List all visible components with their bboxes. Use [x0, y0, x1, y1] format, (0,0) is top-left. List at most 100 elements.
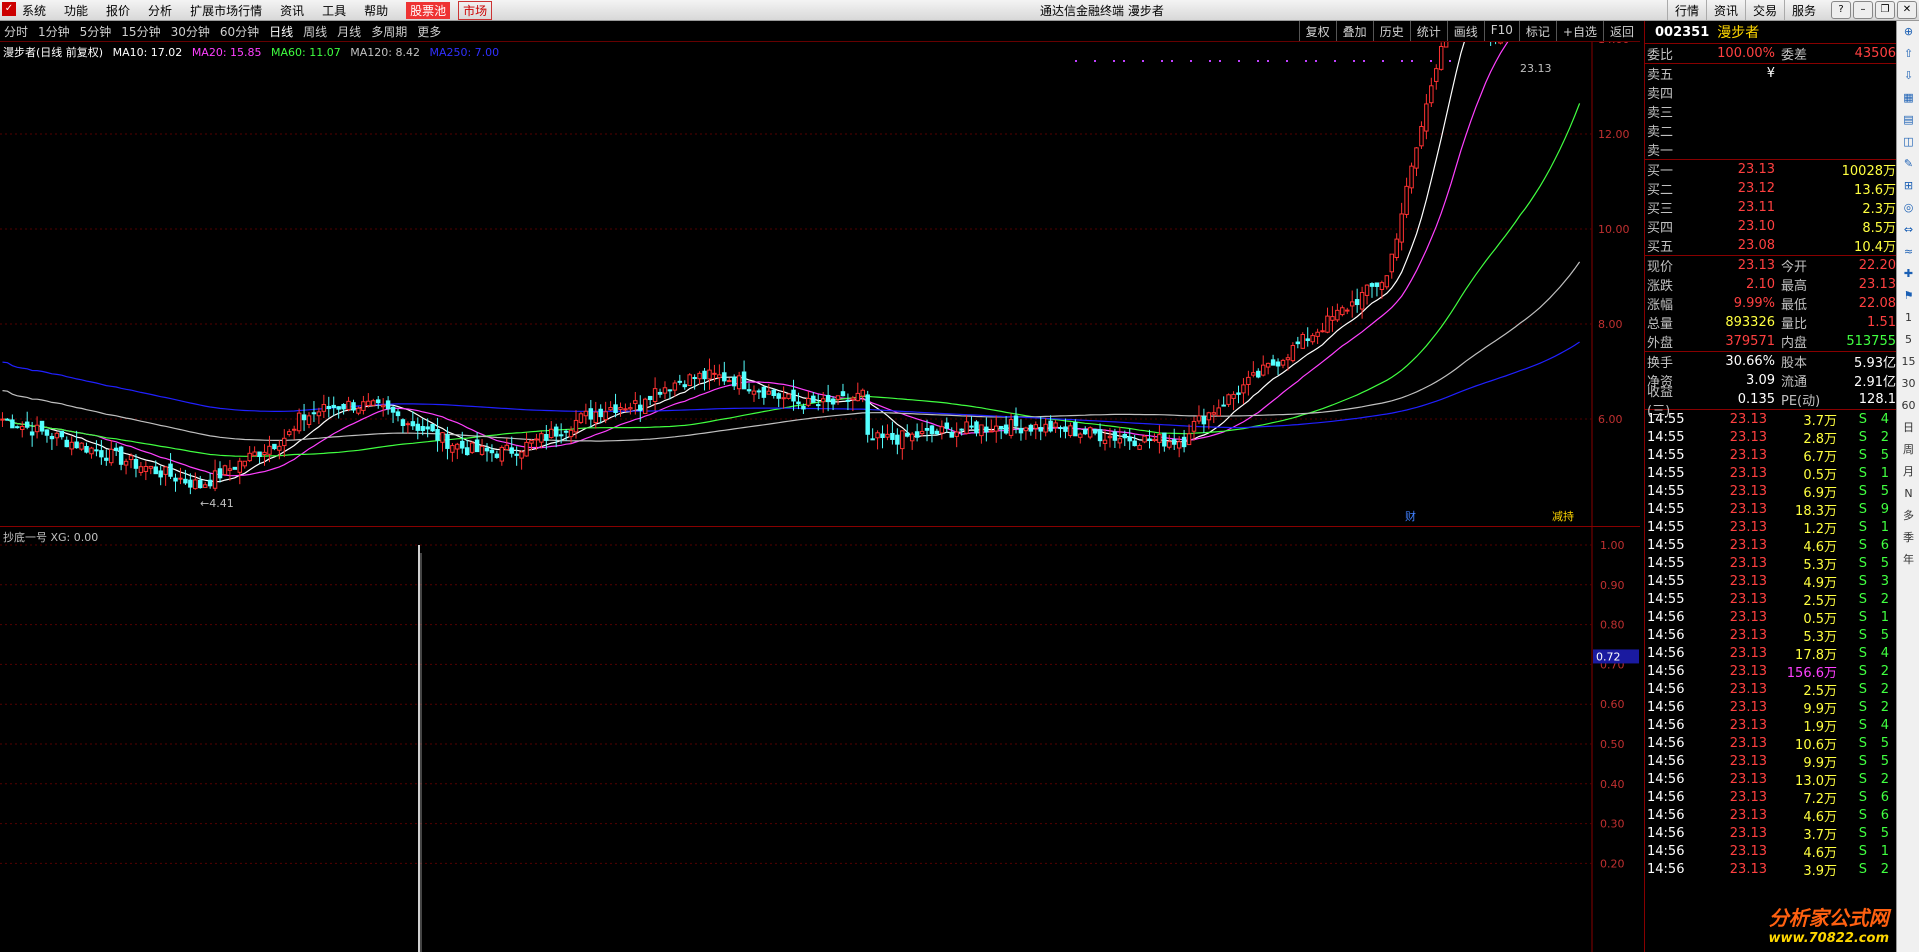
tab-news[interactable]: 资讯: [1705, 0, 1745, 20]
menu-item-quote[interactable]: 报价: [106, 2, 130, 19]
indicator-chart[interactable]: 1.00 0.90 0.80 0.70 0.60 0.50 0.40 0.30 0.20 0.72…: [0, 527, 1640, 952]
tick-row[interactable]: 14:56 23.13 2.5万 S 2: [1645, 680, 1896, 699]
sidebar-icon[interactable]: ▤: [1897, 109, 1919, 131]
tick-row[interactable]: 14:55 23.13 1.2万 S 1: [1645, 518, 1896, 537]
restore-icon[interactable]: ❐: [1875, 1, 1895, 19]
tool-button[interactable]: 复权: [1298, 21, 1336, 41]
candle-body: [1310, 335, 1315, 343]
tick-row[interactable]: 14:56 23.13 13.0万 S 2: [1645, 770, 1896, 789]
menu-item-ext-market[interactable]: 扩展市场行情: [190, 2, 262, 19]
sidebar-icon[interactable]: ⇔: [1897, 219, 1919, 241]
tick-row[interactable]: 14:55 23.13 2.8万 S 2: [1645, 428, 1896, 447]
tick-row[interactable]: 14:55 23.13 0.5万 S 1: [1645, 464, 1896, 483]
sidebar-icon[interactable]: ⇩: [1897, 65, 1919, 87]
tool-button[interactable]: 画线: [1446, 21, 1484, 41]
period-tab-active[interactable]: 日线: [269, 23, 293, 40]
tool-button[interactable]: 历史: [1372, 21, 1410, 41]
period-tab[interactable]: 多周期: [371, 23, 407, 40]
close-icon[interactable]: ✕: [1897, 1, 1917, 19]
period-tab[interactable]: 分时: [4, 23, 28, 40]
candle-body: [1043, 423, 1048, 433]
tick-row[interactable]: 14:56 23.13 9.9万 S 2: [1645, 698, 1896, 717]
tick-row[interactable]: 14:55 23.13 6.7万 S 5: [1645, 446, 1896, 465]
tick-row[interactable]: 14:55 23.13 4.6万 S 6: [1645, 536, 1896, 555]
sidebar-period-item[interactable]: 30: [1897, 373, 1919, 395]
candle-body: [1196, 415, 1202, 422]
tick-row[interactable]: 14:56 23.13 3.7万 S 5: [1645, 824, 1896, 843]
sidebar-icon[interactable]: ⚑: [1897, 285, 1919, 307]
sidebar-icon[interactable]: ✎: [1897, 153, 1919, 175]
tool-button[interactable]: 叠加: [1335, 21, 1373, 41]
period-tab[interactable]: 周线: [303, 23, 327, 40]
menu-item-system[interactable]: 系统: [22, 2, 46, 19]
period-tab[interactable]: 5分钟: [80, 23, 112, 40]
sidebar-icon[interactable]: ◫: [1897, 131, 1919, 153]
kline-chart[interactable]: 22.0020.0018.0016.0014.0012.0010.008.006…: [0, 42, 1640, 527]
tick-row[interactable]: 14:55 23.13 4.9万 S 3: [1645, 572, 1896, 591]
candle-body: [563, 430, 569, 433]
period-tab[interactable]: 60分钟: [220, 23, 259, 40]
help-icon[interactable]: ?: [1831, 1, 1851, 19]
menu-item-function[interactable]: 功能: [64, 2, 88, 19]
sidebar-period-item[interactable]: 5: [1897, 329, 1919, 351]
event-dot: [1267, 60, 1269, 62]
tool-button[interactable]: 返回: [1602, 21, 1640, 41]
period-tab[interactable]: 月线: [337, 23, 361, 40]
period-tab-more[interactable]: 更多: [417, 23, 441, 40]
tool-button[interactable]: F10: [1483, 21, 1519, 41]
menu-item-help[interactable]: 帮助: [364, 2, 388, 19]
sidebar-icon[interactable]: ≈: [1897, 241, 1919, 263]
tick-price: 23.13: [1729, 573, 1767, 589]
period-tab[interactable]: 1分钟: [38, 23, 70, 40]
tick-row[interactable]: 14:56 23.13 0.5万 S 1: [1645, 608, 1896, 627]
tick-list[interactable]: 14:55 23.13 3.7万 S 4 14:55 23.13 2.8万 S 2 14:55 23.…: [1645, 410, 1896, 879]
sidebar-period-item[interactable]: 60: [1897, 395, 1919, 417]
tab-service[interactable]: 服务: [1783, 0, 1823, 20]
tool-button[interactable]: 统计: [1409, 21, 1447, 41]
menu-item-news[interactable]: 资讯: [280, 2, 304, 19]
stock-pool-button[interactable]: 股票池: [406, 1, 451, 19]
sidebar-period-item[interactable]: 季: [1897, 527, 1919, 549]
finance-mark: 财: [1405, 509, 1416, 523]
period-tab[interactable]: 15分钟: [121, 23, 160, 40]
sidebar-period-item[interactable]: 日: [1897, 417, 1919, 439]
tick-row[interactable]: 14:56 23.13 5.3万 S 5: [1645, 626, 1896, 645]
tick-row[interactable]: 14:55 23.13 18.3万 S 9: [1645, 500, 1896, 519]
sidebar-icon[interactable]: ✚: [1897, 263, 1919, 285]
sidebar-period-item[interactable]: 年: [1897, 549, 1919, 571]
tick-row[interactable]: 14:56 23.13 7.2万 S 6: [1645, 788, 1896, 807]
minimize-icon[interactable]: –: [1853, 1, 1873, 19]
tab-trade[interactable]: 交易: [1744, 0, 1784, 20]
market-button[interactable]: 市场: [458, 0, 493, 20]
tick-row[interactable]: 14:56 23.13 4.6万 S 1: [1645, 842, 1896, 861]
sidebar-period-item[interactable]: 15: [1897, 351, 1919, 373]
tick-row[interactable]: 14:56 23.13 17.8万 S 4: [1645, 644, 1896, 663]
sidebar-period-item[interactable]: 1: [1897, 307, 1919, 329]
tick-row[interactable]: 14:56 23.13 10.6万 S 5: [1645, 734, 1896, 753]
tool-button[interactable]: +自选: [1555, 21, 1603, 41]
tool-button[interactable]: 标记: [1518, 21, 1556, 41]
tick-row[interactable]: 14:56 23.13 3.9万 S 2: [1645, 860, 1896, 879]
tick-row[interactable]: 14:56 23.13 1.9万 S 4: [1645, 716, 1896, 735]
sidebar-period-item[interactable]: N: [1897, 483, 1919, 505]
candle-body: [979, 424, 984, 437]
tick-row[interactable]: 14:56 23.13 9.9万 S 5: [1645, 752, 1896, 771]
tick-row[interactable]: 14:55 23.13 5.3万 S 5: [1645, 554, 1896, 573]
sidebar-period-item[interactable]: 多: [1897, 505, 1919, 527]
sidebar-icon[interactable]: ▦: [1897, 87, 1919, 109]
tick-row[interactable]: 14:55 23.13 2.5万 S 2: [1645, 590, 1896, 609]
tick-row[interactable]: 14:56 23.13 4.6万 S 6: [1645, 806, 1896, 825]
tick-row[interactable]: 14:56 23.13 156.6万 S 2: [1645, 662, 1896, 681]
menu-item-tools[interactable]: 工具: [322, 2, 346, 19]
menu-item-analysis[interactable]: 分析: [148, 2, 172, 19]
sidebar-period-item[interactable]: 周: [1897, 439, 1919, 461]
tick-row[interactable]: 14:55 23.13 6.9万 S 5: [1645, 482, 1896, 501]
sidebar-period-item[interactable]: 月: [1897, 461, 1919, 483]
tab-quote[interactable]: 行情: [1666, 0, 1706, 20]
sidebar-icon[interactable]: ⊕: [1897, 21, 1919, 43]
sidebar-icon[interactable]: ⇧: [1897, 43, 1919, 65]
candle-body: [445, 434, 450, 449]
period-tab[interactable]: 30分钟: [171, 23, 210, 40]
sidebar-icon[interactable]: ◎: [1897, 197, 1919, 219]
sidebar-icon[interactable]: ⊞: [1897, 175, 1919, 197]
